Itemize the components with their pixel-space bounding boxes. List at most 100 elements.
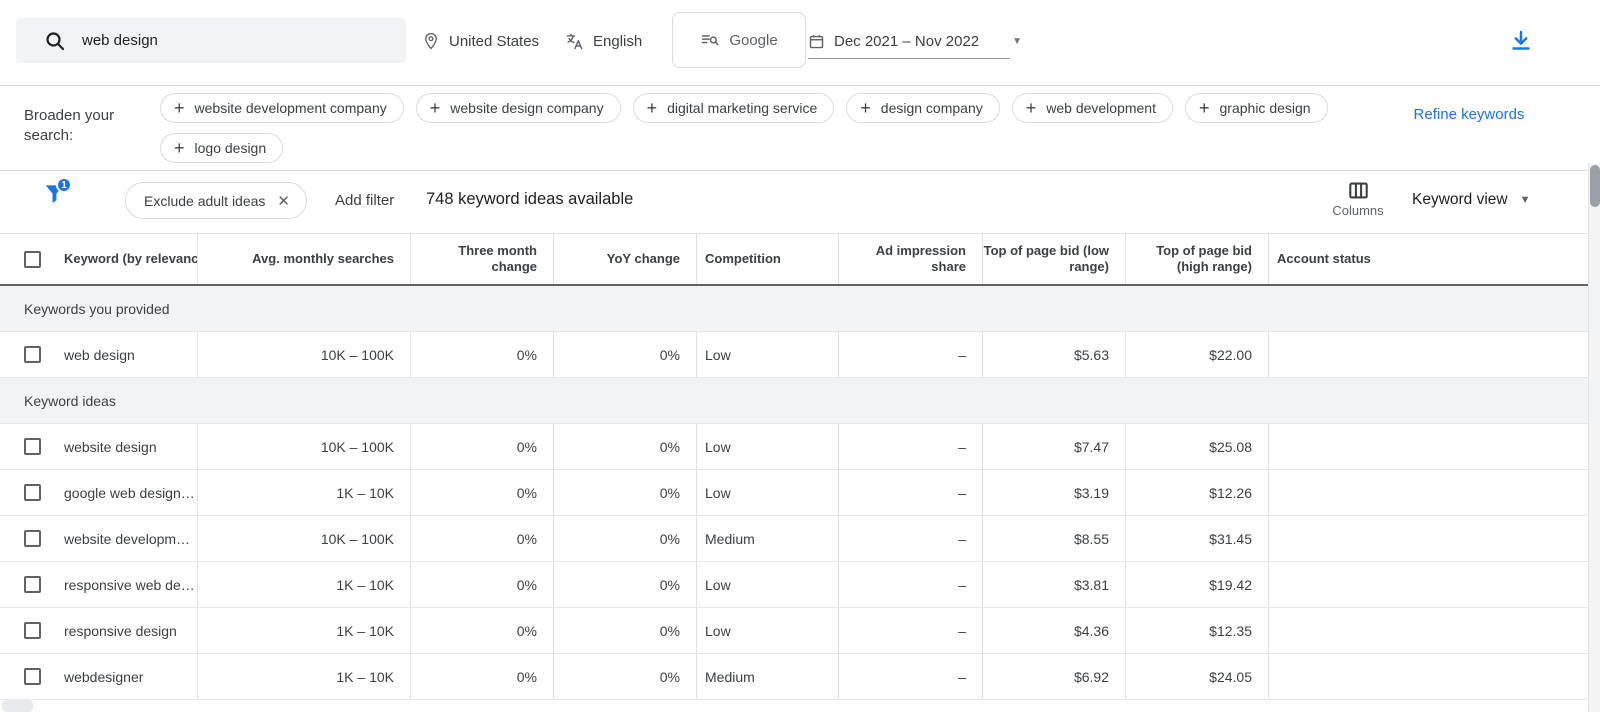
language-selector[interactable]: English: [565, 28, 642, 54]
cell-yoy-change: 0%: [553, 654, 696, 699]
broaden-chip[interactable]: + digital marketing service: [632, 93, 835, 123]
columns-button[interactable]: Columns: [1328, 181, 1388, 218]
keyword-search-field[interactable]: [16, 18, 406, 63]
cell-competition: Low: [696, 562, 838, 607]
column-header-top-bid-low[interactable]: Top of page bid (low range): [982, 234, 1125, 284]
select-all-checkbox[interactable]: [24, 250, 41, 268]
column-header-label: Three month change: [458, 243, 537, 274]
table-row: google web design… 1K – 10K 0% 0% Low – $3.19 $…: [0, 470, 1588, 516]
column-header-label: YoY change: [606, 251, 680, 266]
cell-competition: Low: [696, 470, 838, 515]
cell-avg-monthly-searches: 1K – 10K: [197, 562, 410, 607]
horizontal-scrollbar-thumb[interactable]: [2, 700, 33, 712]
cell-yoy-change: 0%: [553, 562, 696, 607]
column-header-yoy-change[interactable]: YoY change: [553, 234, 696, 284]
table-row: web design 10K – 100K 0% 0% Low – $5.63 $22.00: [0, 332, 1588, 378]
vertical-scrollbar-thumb[interactable]: [1590, 165, 1600, 207]
filter-count-badge: 1: [56, 177, 72, 193]
view-selector[interactable]: Keyword view ▼: [1412, 191, 1531, 209]
add-filter-button[interactable]: Add filter: [335, 192, 394, 209]
broaden-chip[interactable]: + graphic design: [1185, 93, 1328, 123]
checkbox-cell: [0, 234, 60, 284]
cell-competition: Medium: [696, 654, 838, 699]
cell-top-bid-low: $5.63: [982, 332, 1125, 377]
row-checkbox[interactable]: [24, 622, 41, 639]
row-checkbox[interactable]: [24, 530, 41, 547]
plus-icon: +: [646, 98, 658, 118]
language-label: English: [593, 32, 643, 50]
plus-icon: +: [429, 98, 441, 118]
broaden-chip-label: graphic design: [1219, 100, 1311, 116]
table-row: webdesigner 1K – 10K 0% 0% Medium – $6.92 $24.0…: [0, 654, 1588, 700]
cell-account-status: [1268, 654, 1588, 699]
plus-icon: +: [860, 98, 871, 118]
cell-yoy-change: 0%: [553, 608, 696, 653]
cell-top-bid-low: $3.19: [982, 470, 1125, 515]
row-checkbox[interactable]: [24, 668, 41, 685]
section-header-row: Keywords you provided: [0, 286, 1588, 332]
broaden-chip[interactable]: + design company: [846, 93, 1000, 123]
broaden-chip[interactable]: + website design company: [415, 93, 621, 123]
cell-competition: Low: [696, 608, 838, 653]
broaden-chip-label: digital marketing service: [667, 100, 818, 116]
cell-top-bid-high: $12.26: [1125, 470, 1268, 515]
table-header-row: Keyword (by relevance) Avg. monthly searc…: [0, 234, 1588, 286]
checkbox-cell: [0, 424, 60, 469]
filter-button[interactable]: 1: [42, 177, 76, 215]
row-checkbox[interactable]: [24, 438, 41, 455]
cell-ad-impression-share: –: [838, 516, 982, 561]
download-button[interactable]: [1506, 26, 1536, 56]
table-row: website design 10K – 100K 0% 0% Low – $7.47 $25…: [0, 424, 1588, 470]
active-filter-chip[interactable]: Exclude adult ideas ✕: [125, 182, 307, 219]
location-label: United States: [449, 32, 540, 50]
cell-top-bid-high: $31.45: [1125, 516, 1268, 561]
cell-avg-monthly-searches: 10K – 100K: [197, 516, 410, 561]
table-row: responsive web de… 1K – 10K 0% 0% Low – $3.81 $…: [0, 562, 1588, 608]
column-header-ad-impression-share[interactable]: Ad impression share: [838, 234, 982, 284]
translate-icon: [565, 32, 584, 51]
broaden-chip-label: web development: [1046, 100, 1156, 116]
refine-keywords-link[interactable]: Refine keywords: [1408, 105, 1530, 125]
plus-icon: +: [1199, 98, 1210, 118]
row-checkbox[interactable]: [24, 576, 41, 593]
keyword-table: Keyword (by relevance) Avg. monthly searc…: [0, 233, 1588, 700]
cell-avg-monthly-searches: 10K – 100K: [197, 424, 410, 469]
column-header-top-bid-high[interactable]: Top of page bid (high range): [1125, 234, 1268, 284]
column-header-avg-monthly-searches[interactable]: Avg. monthly searches: [197, 234, 410, 284]
cell-top-bid-high: $25.08: [1125, 424, 1268, 469]
divider: [0, 85, 1600, 86]
search-network-selector[interactable]: Google: [672, 12, 806, 68]
cell-account-status: [1268, 608, 1588, 653]
column-header-account-status[interactable]: Account status: [1268, 234, 1588, 284]
cell-competition: Medium: [696, 516, 838, 561]
date-range-label: Dec 2021 – Nov 2022: [834, 32, 980, 50]
cell-account-status: [1268, 516, 1588, 561]
broaden-chip[interactable]: + logo design: [160, 133, 284, 163]
checkbox-cell: [0, 332, 60, 377]
cell-ad-impression-share: –: [838, 654, 982, 699]
broaden-chip[interactable]: + web development: [1011, 93, 1173, 123]
checkbox-cell: [0, 654, 60, 699]
caret-down-icon: ▼: [1012, 35, 1023, 47]
view-selector-label: Keyword view: [1412, 191, 1508, 208]
column-header-label: Top of page bid (low range): [983, 243, 1109, 274]
broaden-chip[interactable]: + website development company: [160, 93, 404, 123]
row-checkbox[interactable]: [24, 346, 41, 363]
search-input[interactable]: [82, 32, 362, 49]
column-header-keyword[interactable]: Keyword (by relevance): [60, 234, 197, 284]
checkbox-cell: [0, 608, 60, 653]
row-checkbox[interactable]: [24, 484, 41, 501]
column-header-competition[interactable]: Competition: [696, 234, 838, 284]
cell-three-month-change: 0%: [410, 470, 553, 515]
cell-keyword: responsive web de…: [64, 576, 195, 593]
close-icon[interactable]: ✕: [277, 192, 290, 210]
cell-keyword: website design: [64, 438, 157, 455]
cell-yoy-change: 0%: [553, 470, 696, 515]
cell-yoy-change: 0%: [553, 424, 696, 469]
active-filter-label: Exclude adult ideas: [144, 192, 266, 209]
location-selector[interactable]: United States: [422, 28, 539, 54]
column-header-three-month-change[interactable]: Three month change: [410, 234, 553, 284]
cell-three-month-change: 0%: [410, 332, 553, 377]
vertical-scrollbar[interactable]: [1588, 163, 1600, 712]
date-range-selector[interactable]: Dec 2021 – Nov 2022 ▼: [808, 28, 1022, 54]
